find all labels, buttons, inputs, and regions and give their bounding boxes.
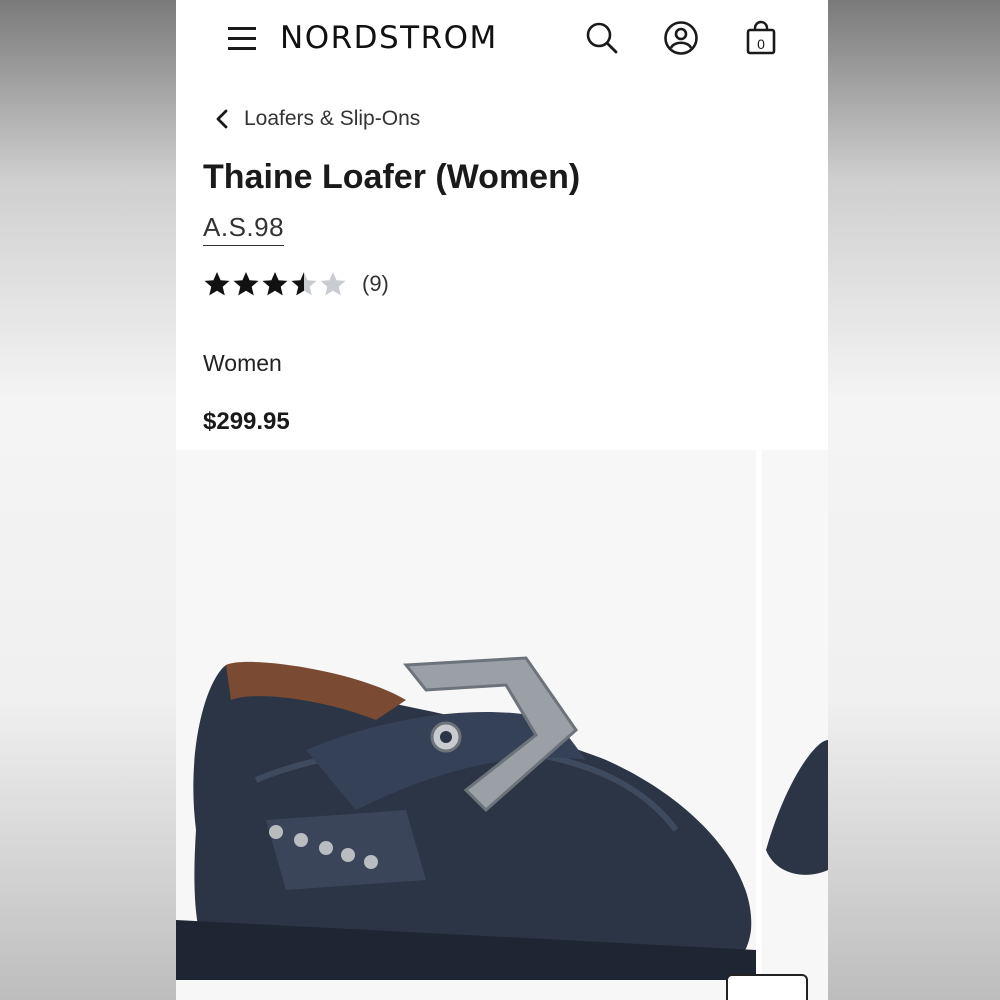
star-icon — [320, 272, 346, 296]
chevron-left-icon — [216, 109, 228, 129]
star-icon — [204, 272, 230, 296]
rating-summary[interactable]: (9) — [203, 270, 389, 298]
star-rating — [203, 270, 348, 298]
review-count: (9) — [362, 271, 389, 296]
shopping-bag-icon[interactable]: 0 — [743, 20, 779, 56]
breadcrumb-label: Loafers & Slip-Ons — [244, 107, 421, 130]
gallery-control-button[interactable] — [726, 974, 808, 1000]
brand-link[interactable]: A.S.98 — [203, 212, 285, 246]
star-icon — [262, 272, 288, 296]
breadcrumb-back-link[interactable]: Loafers & Slip-Ons — [212, 104, 420, 134]
menu-icon[interactable] — [228, 24, 256, 52]
backdrop-right — [828, 0, 1000, 1000]
product-title: Thaine Loafer (Women) — [203, 158, 581, 196]
search-icon[interactable] — [584, 20, 620, 56]
gender-label: Women — [203, 350, 282, 376]
product-page: NORDSTROM 0 Loafers & Slip-Ons Thaine Lo… — [176, 0, 828, 1000]
site-header: NORDSTROM 0 — [176, 0, 828, 78]
nordstrom-logo[interactable]: NORDSTROM — [280, 20, 498, 56]
star-icon — [233, 272, 259, 296]
gallery-divider — [756, 450, 762, 1000]
account-icon[interactable] — [663, 20, 699, 56]
product-image — [176, 656, 828, 980]
star-icon — [291, 272, 317, 296]
price: $299.95 — [203, 408, 290, 435]
product-image-gallery[interactable] — [176, 450, 828, 1000]
bag-count: 0 — [757, 36, 765, 52]
backdrop-left — [0, 0, 176, 1000]
